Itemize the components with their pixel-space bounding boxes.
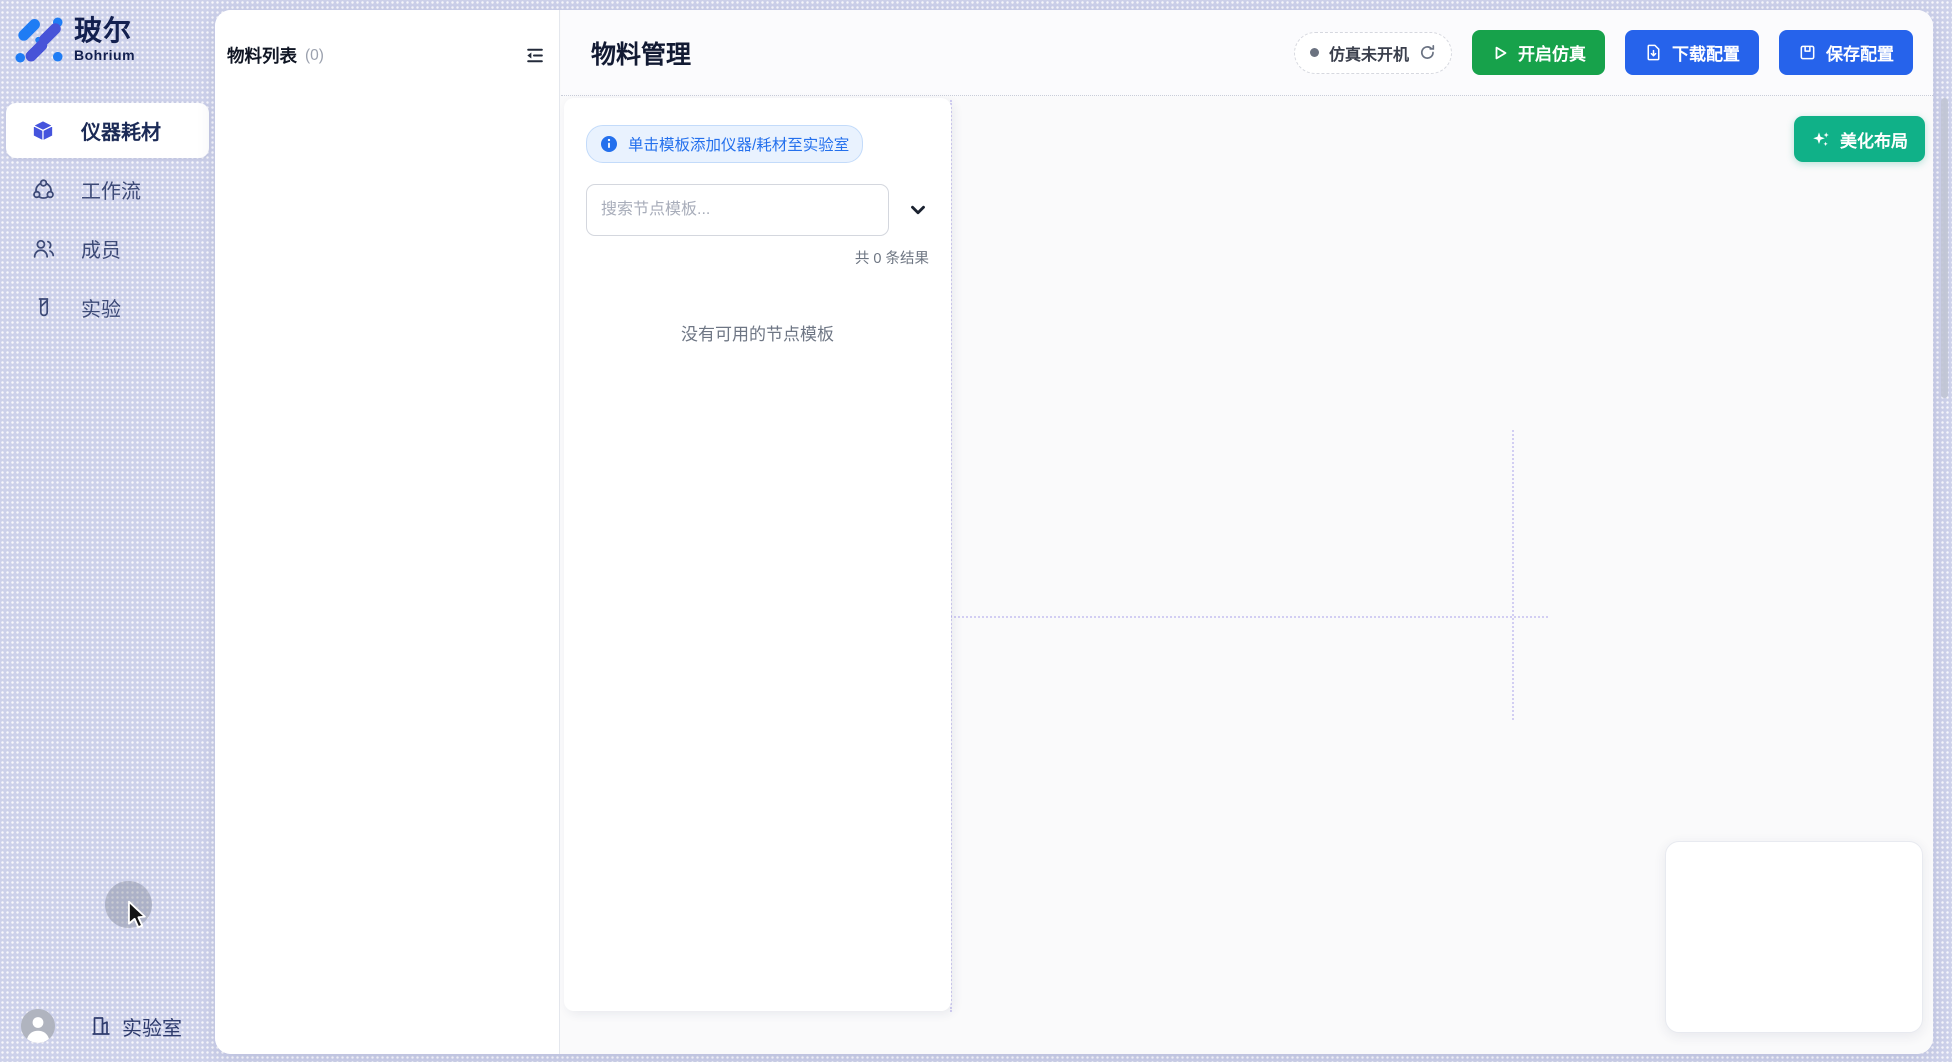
- sparkles-icon: [1811, 129, 1831, 149]
- materials-header: 物料列表 (0): [215, 10, 559, 68]
- sidebar-item-experiment[interactable]: 实验: [6, 280, 209, 335]
- experiment-icon: [30, 295, 56, 321]
- members-icon: [30, 236, 56, 262]
- beautify-layout-label: 美化布局: [1840, 127, 1908, 152]
- sidebar-item-instruments[interactable]: 仪器耗材: [6, 103, 209, 158]
- minimap[interactable]: [1665, 841, 1923, 1033]
- page-header: 物料管理 仿真未开机: [561, 10, 1933, 96]
- sidebar-footer: 实验室: [0, 1006, 215, 1046]
- search-input[interactable]: [586, 184, 889, 236]
- beautify-layout-button[interactable]: 美化布局: [1794, 116, 1925, 162]
- status-label: 仿真未开机: [1329, 41, 1409, 65]
- sidebar-item-label: 工作流: [81, 175, 141, 204]
- download-config-label: 下载配置: [1672, 40, 1740, 65]
- sidebar-item-members[interactable]: 成员: [6, 221, 209, 276]
- collapse-panel-icon[interactable]: [524, 45, 545, 66]
- info-icon: [600, 135, 618, 153]
- brand-name: 玻尔: [74, 16, 135, 46]
- materials-count: (0): [305, 47, 324, 65]
- info-banner-text: 单击模板添加仪器/耗材至实验室: [628, 133, 849, 155]
- cube-icon: [30, 118, 56, 144]
- play-icon: [1491, 44, 1509, 62]
- bohrium-logo-icon: [14, 14, 64, 64]
- search-row: [586, 184, 929, 236]
- sidebar-item-workflow[interactable]: 工作流: [6, 162, 209, 217]
- info-banner: 单击模板添加仪器/耗材至实验室: [586, 125, 863, 163]
- canvas-guide: [950, 616, 1548, 618]
- scrollbar[interactable]: [1941, 98, 1948, 398]
- refresh-icon[interactable]: [1419, 44, 1436, 61]
- sidebar-item-lab[interactable]: 实验室: [89, 1012, 182, 1041]
- page-title: 物料管理: [591, 35, 691, 71]
- brand[interactable]: 玻尔 Bohrium: [0, 0, 215, 64]
- mouse-cursor: [126, 900, 148, 930]
- start-simulation-label: 开启仿真: [1518, 40, 1586, 65]
- status-dot-icon: [1310, 48, 1319, 57]
- workflow-icon: [30, 177, 56, 203]
- brand-text: 玻尔 Bohrium: [74, 16, 135, 63]
- start-simulation-button[interactable]: 开启仿真: [1472, 30, 1605, 75]
- download-config-button[interactable]: 下载配置: [1625, 30, 1759, 75]
- materials-panel: 物料列表 (0): [215, 10, 560, 1054]
- lab-label: 实验室: [122, 1012, 182, 1041]
- main-region: 物料管理 仿真未开机: [561, 10, 1933, 1054]
- sidebar-nav: 仪器耗材 工作流: [0, 103, 215, 339]
- empty-message: 没有可用的节点模板: [586, 320, 929, 345]
- app-window: 物料列表 (0) 物料管理 仿真未开机: [215, 10, 1933, 1054]
- sidebar-item-label: 实验: [81, 293, 121, 322]
- save-config-label: 保存配置: [1826, 40, 1894, 65]
- flow-canvas[interactable]: 单击模板添加仪器/耗材至实验室 共 0 条结果 没有可用的节点模板: [561, 96, 1933, 1054]
- brand-subtitle: Bohrium: [74, 47, 135, 63]
- sidebar-item-label: 成员: [81, 234, 121, 263]
- materials-title: 物料列表: [227, 43, 297, 68]
- building-icon: [89, 1014, 113, 1038]
- save-config-button[interactable]: 保存配置: [1779, 30, 1913, 75]
- simulation-status-pill[interactable]: 仿真未开机: [1294, 32, 1452, 74]
- chevron-down-icon[interactable]: [907, 199, 929, 221]
- download-file-icon: [1644, 43, 1663, 62]
- result-count: 共 0 条结果: [586, 247, 929, 268]
- sidebar-item-label: 仪器耗材: [81, 116, 161, 145]
- avatar[interactable]: [21, 1009, 55, 1043]
- canvas-guide: [1512, 430, 1514, 720]
- save-icon: [1798, 43, 1817, 62]
- template-panel: 单击模板添加仪器/耗材至实验室 共 0 条结果 没有可用的节点模板: [564, 98, 951, 1011]
